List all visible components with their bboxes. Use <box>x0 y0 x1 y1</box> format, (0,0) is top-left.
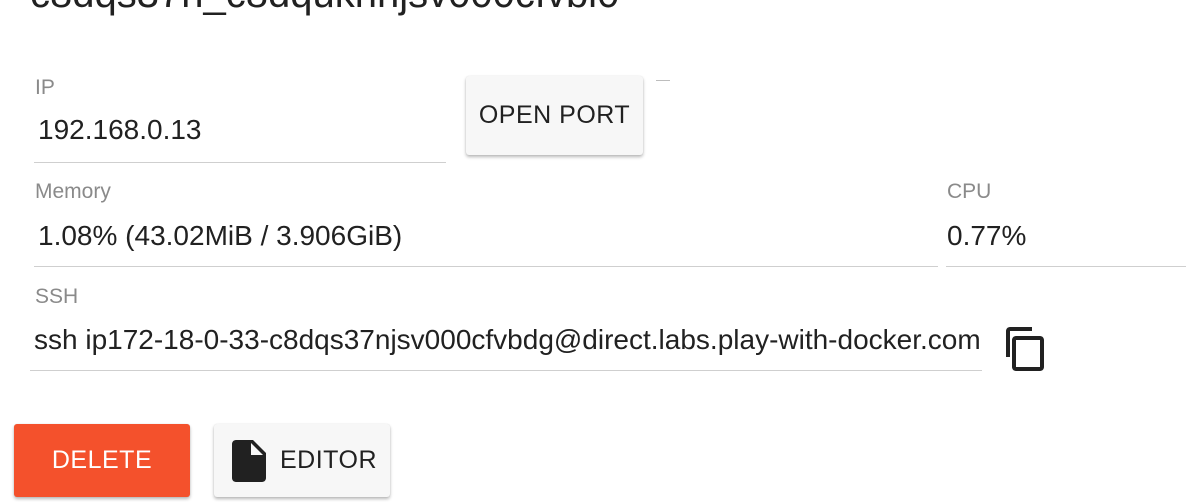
open-port-button[interactable]: OPEN PORT <box>466 76 643 155</box>
memory-underline <box>34 266 938 267</box>
cpu-label: CPU <box>947 180 992 203</box>
ssh-underline <box>30 370 982 371</box>
ip-label: IP <box>35 76 55 99</box>
instance-title: c8dqs37n_c8dquknnjsv000cfvbl0 <box>30 0 619 20</box>
ssh-command-input[interactable]: ssh ip172-18-0-33-c8dqs37njsv000cfvbdg@d… <box>34 324 980 356</box>
cpu-underline <box>946 266 1186 267</box>
cpu-value[interactable]: 0.77% <box>947 220 1182 252</box>
ssh-label: SSH <box>35 285 79 308</box>
ip-value[interactable]: 192.168.0.13 <box>38 114 438 146</box>
copy-icon[interactable] <box>1004 325 1048 373</box>
editor-button[interactable]: EDITOR <box>214 424 390 497</box>
editor-button-label: EDITOR <box>280 446 377 474</box>
divider-dash <box>656 80 670 81</box>
memory-label: Memory <box>35 180 111 203</box>
instance-details-panel: c8dqs37n_c8dquknnjsv000cfvbl0 IP 192.168… <box>0 0 1186 502</box>
file-icon <box>232 439 280 482</box>
memory-value[interactable]: 1.08% (43.02MiB / 3.906GiB) <box>38 220 928 252</box>
delete-button[interactable]: DELETE <box>14 424 190 497</box>
ip-underline <box>34 162 446 163</box>
